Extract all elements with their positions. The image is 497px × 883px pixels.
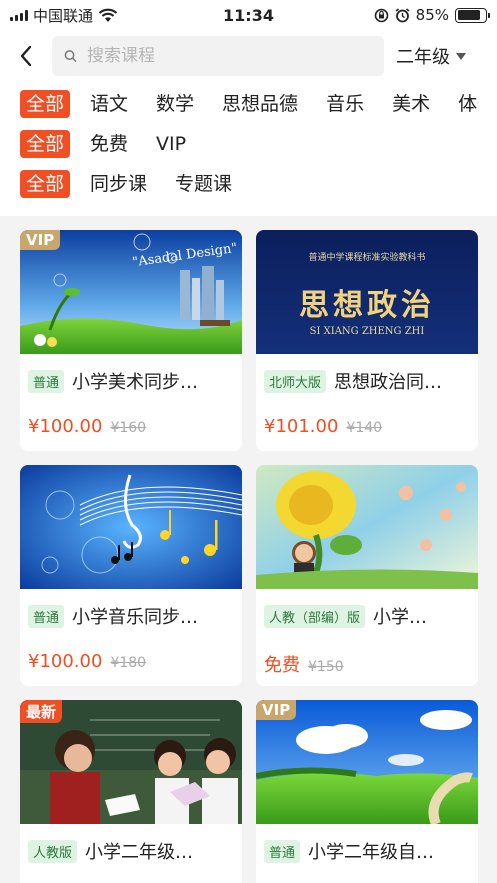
edition-tag: 普通 (28, 369, 65, 393)
type-filter-row: 全部 同步课 专题课 (20, 170, 260, 198)
caret-down-icon (456, 52, 466, 60)
type-chip-all[interactable]: 全部 (20, 170, 71, 198)
course-title-row: 普通 小学音乐同步… (28, 603, 234, 629)
fairy-flower-image (256, 465, 478, 589)
course-info: 普通 小学二年级自… (256, 824, 478, 864)
original-price: ¥150 (308, 659, 344, 675)
course-title-row: 普通 小学二年级自… (264, 838, 470, 864)
course-title-row: 北师大版 思想政治同… (264, 368, 470, 394)
course-title: 小学… (373, 607, 428, 628)
course-card[interactable]: VIP "Asadal Design" 普通 小学美术同步… ¥100.00 ¥… (20, 230, 242, 451)
course-price: 免费 (264, 655, 300, 676)
course-price: ¥100.00 (28, 651, 103, 672)
status-right: 85% (374, 6, 490, 24)
course-grid: VIP "Asadal Design" 普通 小学美术同步… ¥100.00 ¥… (0, 216, 497, 883)
search-icon (64, 50, 77, 62)
course-thumbnail (256, 465, 478, 589)
course-title-row: 人教（部编）版 小学… (264, 603, 470, 629)
course-thumbnail: 最新 (20, 700, 242, 824)
vip-badge: VIP (256, 700, 297, 720)
battery-fill (457, 10, 481, 20)
filter-panel: 全部 语文 数学 思想品德 音乐 美术 体 全部 免费 VIP 全部 同步课 专… (0, 82, 497, 216)
status-bar: 中国联通 11:34 85% (0, 0, 497, 30)
edition-tag: 普通 (264, 839, 301, 863)
course-info: 北师大版 思想政治同… ¥101.00 ¥140 (256, 354, 478, 437)
course-title-row: 人教版 小学二年级… (28, 838, 234, 864)
course-card[interactable]: 人教（部编）版 小学… 免费 ¥150 (256, 465, 478, 686)
subject-chip-music[interactable]: 音乐 (326, 90, 364, 118)
battery-percent: 85% (415, 6, 449, 24)
price-row: ¥101.00 ¥140 (264, 416, 470, 437)
price-row: ¥100.00 ¥160 (28, 416, 234, 437)
carrier-name: 中国联通 (33, 6, 94, 25)
battery-icon (455, 7, 490, 23)
price-chip-all[interactable]: 全部 (20, 130, 71, 158)
course-title: 小学音乐同步… (72, 607, 199, 628)
course-price: ¥100.00 (28, 416, 103, 437)
chevron-left-icon (20, 45, 32, 67)
course-price: ¥101.00 (264, 416, 339, 437)
wifi-icon (98, 8, 118, 22)
subject-chip-pe[interactable]: 体 (458, 90, 477, 118)
rotation-lock-icon (374, 8, 388, 22)
cover-title-text: 思想政治 (299, 288, 435, 323)
subject-chip-morality[interactable]: 思想品德 (222, 90, 298, 118)
subject-chip-art[interactable]: 美术 (392, 90, 430, 118)
subject-chip-math[interactable]: 数学 (156, 90, 194, 118)
course-thumbnail (20, 465, 242, 589)
price-chip-vip[interactable]: VIP (156, 130, 186, 158)
edition-tag: 人教（部编）版 (264, 604, 366, 628)
status-left: 中国联通 (10, 5, 374, 26)
cover-pinyin-text: SI XIANG ZHENG ZHI (309, 326, 425, 337)
search-input[interactable] (86, 46, 372, 66)
course-card[interactable]: 普通中学课程标准实验教科书 思想政治 SI XIANG ZHENG ZHI 北师… (256, 230, 478, 451)
course-card[interactable]: 最新 人教版 小学二年级… (20, 700, 242, 883)
grade-label: 二年级 (396, 47, 450, 68)
edition-tag: 北师大版 (264, 369, 327, 393)
original-price: ¥160 (110, 420, 147, 436)
subject-filter-row: 全部 语文 数学 思想品德 音乐 美术 体 (20, 90, 497, 118)
price-row: 免费 ¥150 (264, 651, 470, 677)
course-info: 人教（部编）版 小学… 免费 ¥150 (256, 589, 478, 677)
textbook-cover: 普通中学课程标准实验教科书 思想政治 SI XIANG ZHENG ZHI (256, 230, 478, 354)
alarm-icon (395, 7, 410, 22)
course-card[interactable]: VIP 普通 小学二年级自… (256, 700, 478, 883)
subject-chip-all[interactable]: 全部 (20, 90, 71, 118)
type-chip-sync[interactable]: 同步课 (90, 170, 147, 198)
course-thumbnail: VIP "Asadal Design" (20, 230, 242, 354)
edition-tag: 人教版 (28, 839, 78, 863)
subject-chip-chinese[interactable]: 语文 (90, 90, 128, 118)
course-thumbnail: VIP (256, 700, 478, 824)
course-title: 小学二年级… (85, 842, 194, 863)
course-title-row: 普通 小学美术同步… (28, 368, 234, 394)
cover-series-text: 普通中学课程标准实验教科书 (308, 253, 426, 263)
course-title: 思想政治同… (334, 372, 443, 393)
price-filter-row: 全部 免费 VIP (20, 130, 214, 158)
price-row: ¥100.00 ¥180 (28, 651, 234, 672)
header: 二年级 (0, 30, 497, 82)
grade-select[interactable]: 二年级 (396, 43, 466, 69)
type-chip-topic[interactable]: 专题课 (175, 170, 232, 198)
course-thumbnail: 普通中学课程标准实验教科书 思想政治 SI XIANG ZHENG ZHI (256, 230, 478, 354)
course-title: 小学二年级自… (308, 842, 435, 863)
course-info: 人教版 小学二年级… (20, 824, 242, 864)
edition-tag: 普通 (28, 604, 65, 628)
music-notes-image (20, 465, 242, 589)
course-info: 普通 小学美术同步… ¥100.00 ¥160 (20, 354, 242, 437)
back-button[interactable] (0, 30, 52, 82)
vip-badge: VIP (20, 230, 61, 250)
search-box[interactable] (52, 36, 384, 76)
course-card[interactable]: 普通 小学音乐同步… ¥100.00 ¥180 (20, 465, 242, 686)
new-badge: 最新 (20, 700, 63, 723)
status-time: 11:34 (223, 5, 274, 25)
course-info: 普通 小学音乐同步… ¥100.00 ¥180 (20, 589, 242, 672)
original-price: ¥140 (346, 420, 383, 436)
signal-icon (10, 9, 28, 21)
course-title: 小学美术同步… (72, 372, 199, 393)
original-price: ¥180 (110, 655, 147, 671)
price-chip-free[interactable]: 免费 (90, 130, 128, 158)
